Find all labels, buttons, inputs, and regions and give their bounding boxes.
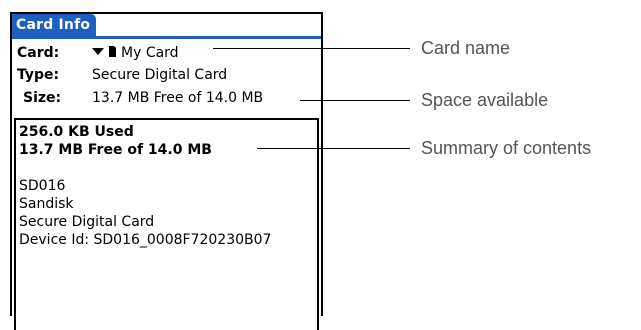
content-line: SD016 <box>19 178 66 194</box>
card-info-screen: Card Info Card: My Card Type: Secure Dig… <box>10 12 323 330</box>
sd-card-icon <box>109 45 116 57</box>
triangle-down-icon <box>92 47 104 55</box>
callout-line-summary <box>257 148 410 149</box>
title-underline <box>12 36 321 39</box>
callout-space-available: Space available <box>421 90 549 110</box>
used-space: 256.0 KB Used <box>19 124 134 140</box>
free-space: 13.7 MB Free of 14.0 MB <box>19 142 212 158</box>
type-value: Secure Digital Card <box>92 67 228 83</box>
content-line: Secure Digital Card <box>19 214 155 230</box>
size-value: 13.7 MB Free of 14.0 MB <box>92 90 264 106</box>
window-title: Card Info <box>12 14 97 36</box>
card-selector[interactable]: My Card <box>92 42 179 64</box>
size-label: Size: <box>23 90 62 106</box>
card-name-value: My Card <box>121 45 179 61</box>
type-label: Type: <box>17 67 60 83</box>
callout-line-space-available <box>300 100 410 101</box>
contents-summary-box: 256.0 KB Used 13.7 MB Free of 14.0 MB SD… <box>14 118 319 330</box>
callout-line-card-name <box>213 48 410 49</box>
callout-card-name: Card name <box>421 38 511 58</box>
card-label: Card: <box>17 45 60 61</box>
content-line: Sandisk <box>19 196 74 212</box>
callout-summary: Summary of contents <box>421 138 592 158</box>
content-line: Device Id: SD016_0008F720230B07 <box>19 232 272 248</box>
